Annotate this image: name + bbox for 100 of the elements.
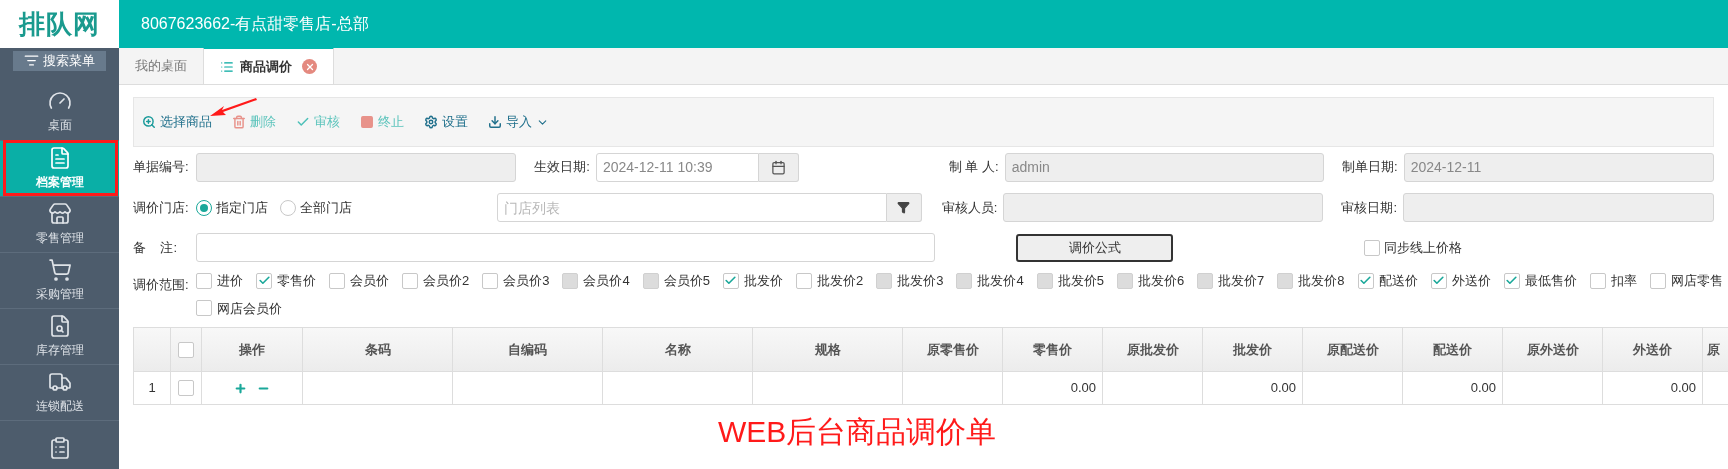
reviewer-field[interactable] bbox=[1003, 193, 1324, 222]
option-label: 网店零售 bbox=[1670, 272, 1723, 290]
field-label: 制 单 人: bbox=[947, 158, 1000, 177]
checkbox[interactable] bbox=[1357, 272, 1374, 289]
column-header: 原外送价 bbox=[1503, 328, 1603, 371]
field-label: 备 注: bbox=[133, 238, 179, 257]
field-label: 审核人员: bbox=[940, 198, 999, 217]
option-label: 会员价4 bbox=[583, 272, 630, 290]
column-header: 原零售价 bbox=[903, 328, 1003, 371]
field-label: 单据编号: bbox=[133, 158, 190, 177]
field-label: 调价门店: bbox=[133, 198, 190, 217]
search-menu-button[interactable]: 搜索菜单 bbox=[13, 51, 106, 71]
logo: 排队网 bbox=[19, 7, 100, 41]
date-field[interactable]: 2024-12-11 10:39 bbox=[595, 152, 759, 182]
trash-icon bbox=[232, 115, 246, 129]
column-header: 名称 bbox=[603, 328, 753, 371]
column-header: 条码 bbox=[303, 328, 453, 371]
radio-label: 全部门店 bbox=[300, 198, 352, 217]
creator-field[interactable]: admin bbox=[1004, 152, 1324, 182]
toolbar-button[interactable]: 选择商品 bbox=[142, 112, 212, 132]
option-label: 外送价 bbox=[1451, 272, 1491, 290]
option-label: 批发价7 bbox=[1218, 272, 1265, 290]
gear-icon bbox=[424, 115, 438, 129]
column-header: 原批发价 bbox=[1103, 328, 1203, 371]
option-label: 批发价2 bbox=[816, 272, 864, 290]
checkbox[interactable] bbox=[329, 272, 345, 289]
checkbox[interactable] bbox=[795, 272, 812, 289]
caption: WEB后台商品调价单 bbox=[718, 415, 997, 448]
option-label: 最低售价 bbox=[1524, 272, 1577, 290]
calendar-button[interactable] bbox=[758, 152, 799, 182]
field-label: 调价范围: bbox=[133, 276, 190, 294]
sidebar-item[interactable]: 库存管理 bbox=[0, 307, 119, 364]
import-icon bbox=[488, 115, 502, 129]
table-cell-text: 0.00 bbox=[1270, 379, 1296, 398]
close-icon[interactable] bbox=[302, 59, 317, 74]
option-label: 网店会员价 bbox=[217, 299, 282, 318]
column-header: 规格 bbox=[753, 328, 903, 371]
table-cell-text: 0.00 bbox=[1670, 379, 1696, 398]
checkbox[interactable] bbox=[1589, 272, 1606, 289]
checkbox[interactable] bbox=[1649, 272, 1666, 289]
option-label: 零售价 bbox=[277, 272, 316, 290]
checkbox[interactable] bbox=[178, 380, 194, 396]
search-list-icon bbox=[24, 53, 39, 69]
checkbox[interactable] bbox=[196, 272, 212, 289]
option-label: 批发价 bbox=[743, 272, 783, 290]
option-label: 进价 bbox=[217, 272, 243, 290]
created-date-field[interactable]: 2024-12-11 bbox=[1403, 152, 1714, 182]
option-label: 会员价 bbox=[350, 272, 389, 290]
list-icon bbox=[220, 59, 234, 74]
radio-button[interactable] bbox=[280, 199, 296, 216]
remark-field[interactable] bbox=[196, 233, 935, 262]
table-cell-text: 0.00 bbox=[1070, 379, 1096, 398]
checkbox[interactable] bbox=[402, 272, 418, 289]
column-header: 操作 bbox=[202, 328, 303, 371]
column-header: 原 bbox=[1703, 328, 1728, 371]
toolbar-button[interactable]: 设置 bbox=[424, 112, 468, 132]
radio-button[interactable] bbox=[196, 199, 212, 216]
filter-button[interactable] bbox=[886, 193, 923, 222]
checkbox-label: 同步线上价格 bbox=[1384, 238, 1462, 257]
checkbox[interactable] bbox=[482, 272, 499, 289]
table-cell-text: 0.00 bbox=[1470, 379, 1496, 398]
option-label: 会员价5 bbox=[663, 272, 710, 290]
option-label: 批发价4 bbox=[977, 272, 1024, 290]
field-label: 审核日期: bbox=[1340, 198, 1399, 217]
toolbar-button[interactable]: 导入 bbox=[488, 112, 549, 132]
formula-button[interactable]: 调价公式 bbox=[1016, 233, 1173, 262]
add-row-icon[interactable] bbox=[234, 381, 247, 395]
tab[interactable]: 我的桌面 bbox=[119, 48, 203, 84]
row-number: 1 bbox=[134, 372, 171, 404]
checkbox[interactable] bbox=[256, 272, 272, 289]
field-label: 制单日期: bbox=[1341, 158, 1399, 177]
option-label: 批发价5 bbox=[1057, 272, 1104, 290]
window-title: 8067623662-有点甜零售店-总部 bbox=[141, 14, 369, 34]
sidebar-item[interactable]: 零售管理 bbox=[0, 195, 119, 252]
field-label: 生效日期: bbox=[533, 158, 591, 177]
sidebar-item[interactable]: 桌面 bbox=[0, 83, 119, 140]
checkbox[interactable] bbox=[1430, 272, 1447, 289]
zoom-in-icon bbox=[142, 115, 156, 129]
option-label: 批发价8 bbox=[1298, 272, 1345, 290]
column-header: 原配送价 bbox=[1303, 328, 1403, 371]
store-icon bbox=[47, 201, 72, 226]
calendar-icon bbox=[770, 159, 786, 175]
check-icon bbox=[296, 115, 310, 129]
filter-icon bbox=[897, 201, 911, 214]
checkbox[interactable] bbox=[178, 341, 194, 358]
checkbox[interactable] bbox=[1364, 239, 1380, 256]
option-label: 配送价 bbox=[1378, 272, 1418, 290]
column-header: 外送价 bbox=[1603, 328, 1703, 371]
checkbox[interactable] bbox=[722, 272, 739, 289]
option-label: 批发价3 bbox=[897, 272, 944, 290]
sidebar-item[interactable]: 采购管理 bbox=[0, 251, 119, 308]
column-header: 自编码 bbox=[453, 328, 603, 371]
checkbox[interactable] bbox=[196, 300, 212, 317]
tab[interactable]: 商品调价 bbox=[203, 48, 334, 84]
review-date-field[interactable] bbox=[1403, 193, 1714, 222]
sidebar-item[interactable]: 连锁配送 bbox=[0, 363, 119, 420]
option-label: 批发价6 bbox=[1137, 272, 1185, 290]
document-number-field[interactable] bbox=[196, 152, 516, 182]
store-list-field[interactable]: 门店列表 bbox=[497, 193, 887, 222]
checkbox[interactable] bbox=[1503, 272, 1520, 289]
